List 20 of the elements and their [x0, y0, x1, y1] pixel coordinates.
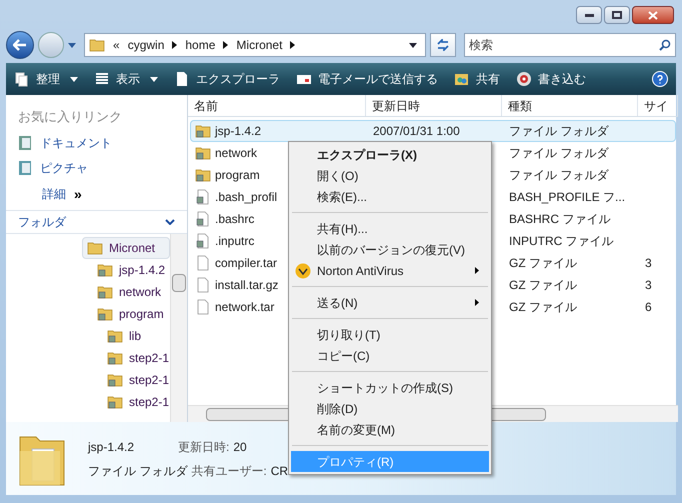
type-cell: GZ ファイル [509, 300, 577, 314]
item-type: ファイル フォルダ [88, 462, 188, 480]
type-cell: GZ ファイル [509, 278, 577, 292]
type-cell: GZ ファイル [509, 256, 577, 270]
type-cell: ファイル フォルダ [509, 146, 608, 160]
field-label: 更新日時: [177, 438, 230, 456]
type-cell: INPUTRC ファイル [509, 234, 614, 248]
field-label: 共有ユーザー: [191, 462, 267, 480]
date-cell: 2007/01/31 1:00 [373, 124, 460, 138]
field-value: 20 [233, 438, 247, 456]
type-cell: BASHRC ファイル [509, 212, 610, 226]
type-cell: ファイル フォルダ [509, 168, 608, 182]
section-title: お気に入りリンク [18, 108, 123, 126]
type-cell: BASH_PROFILE フ... [509, 190, 626, 204]
size-cell: 3 [645, 256, 652, 270]
size-cell: 6 [645, 300, 652, 314]
field-value: CR [270, 462, 288, 480]
size-cell: 3 [645, 278, 652, 292]
item-name: jsp-1.4.2 [88, 438, 134, 456]
type-cell: ファイル フォルダ [509, 124, 608, 138]
